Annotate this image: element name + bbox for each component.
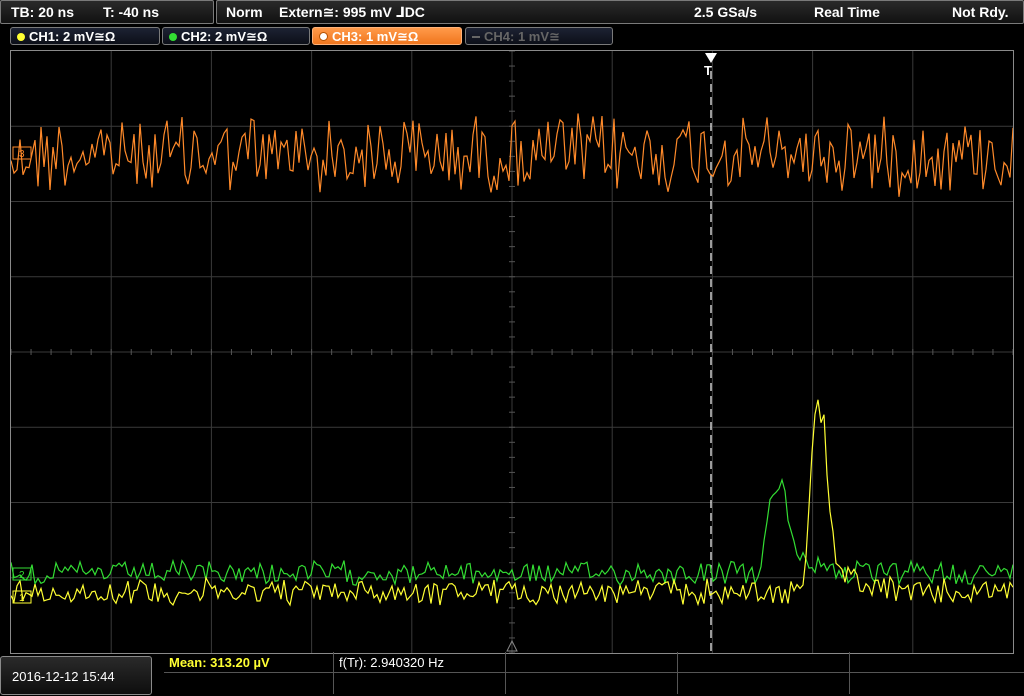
datetime-display: 2016-12-12 15:44 (0, 656, 152, 695)
measurement-slot-9[interactable] (678, 673, 850, 694)
channel-3-tab[interactable]: CH3: 1 mV≅Ω (312, 27, 462, 45)
measurement-slot-4[interactable] (678, 652, 850, 673)
grid-lines (11, 51, 1013, 653)
channel-2-level-marker: 2 (12, 567, 32, 581)
measurement-panel[interactable]: Mean: 313.20 µV f(Tr): 2.940320 Hz (164, 652, 1024, 695)
acquisition-status: Not Rdy. (952, 4, 1009, 20)
trigger-mode[interactable]: Norm (226, 1, 263, 23)
svg-text:1: 1 (19, 593, 25, 604)
trigger-time-value[interactable]: T: -40 ns (103, 1, 159, 23)
frequency-measurement[interactable]: f(Tr): 2.940320 Hz (334, 652, 506, 673)
channel-4-label: CH4: 1 mV≅ (484, 29, 560, 44)
sample-rate: 2.5 GSa/s (694, 4, 758, 20)
channel-2-tab[interactable]: CH2: 2 mV≅Ω (162, 27, 310, 45)
measurement-slot-3[interactable] (506, 652, 678, 673)
channel-2-dot-icon (169, 33, 177, 41)
channel-4-off-icon (472, 36, 480, 38)
channel-3-label: CH3: 1 mV≅Ω (332, 29, 419, 44)
measurement-slot-5[interactable] (850, 652, 1024, 673)
measurement-slot-8[interactable] (506, 673, 678, 694)
trigger-marker-label[interactable]: T (704, 63, 712, 78)
trigger-arrow-icon (705, 53, 717, 63)
trigger-panel[interactable]: Norm Extern≅: 995 mV ⅃DC 2.5 GSa/s Real … (216, 0, 1024, 24)
channel-1-tab[interactable]: CH1: 2 mV≅Ω (10, 27, 160, 45)
channel-1-dot-icon (17, 33, 25, 41)
svg-text:3: 3 (19, 149, 25, 160)
timebase-value[interactable]: TB: 20 ns (11, 1, 74, 23)
top-status-bar: TB: 20 ns T: -40 ns Norm Extern≅: 995 mV… (0, 0, 1024, 24)
svg-text:2: 2 (19, 570, 25, 581)
channel-3-dot-icon (319, 32, 328, 41)
timebase-panel[interactable]: TB: 20 ns T: -40 ns (0, 0, 214, 24)
mean-measurement[interactable]: Mean: 313.20 µV (164, 652, 334, 673)
channel-4-tab[interactable]: CH4: 1 mV≅ (465, 27, 613, 45)
trigger-source[interactable]: Extern≅: 995 mV ⅃DC (279, 1, 425, 23)
channel-3-level-marker: 3 (12, 146, 32, 160)
measurement-slot-10[interactable] (850, 673, 1024, 694)
channel-2-label: CH2: 2 mV≅Ω (181, 29, 268, 44)
channel-1-label: CH1: 2 mV≅Ω (29, 29, 116, 44)
waveform-display[interactable]: 3 2 1 T (10, 50, 1014, 654)
acquisition-mode[interactable]: Real Time (814, 1, 880, 23)
measurement-slot-6[interactable] (164, 673, 334, 694)
graticule: 3 2 1 (11, 51, 1013, 653)
measurement-slot-7[interactable] (334, 673, 506, 694)
